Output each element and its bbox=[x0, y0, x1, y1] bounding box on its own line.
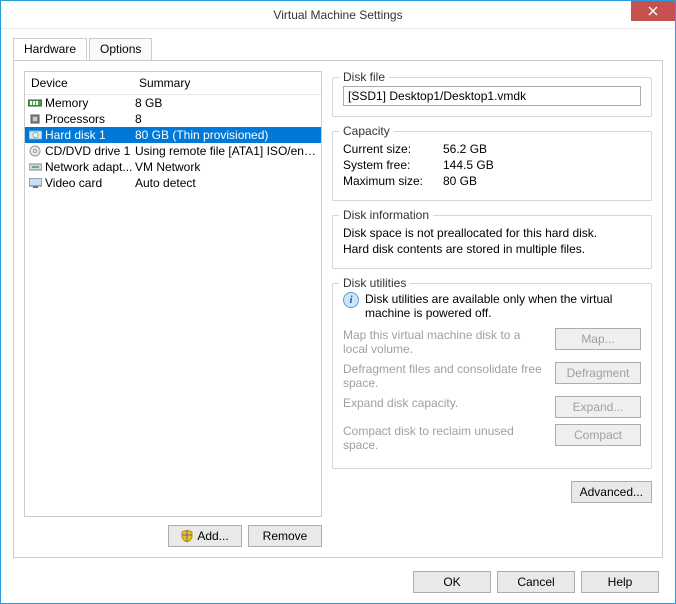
disk-info-title: Disk information bbox=[339, 208, 433, 222]
expand-text: Expand disk capacity. bbox=[343, 396, 547, 410]
advanced-button[interactable]: Advanced... bbox=[571, 481, 652, 503]
device-summary: 8 bbox=[135, 112, 319, 126]
add-button[interactable]: Add... bbox=[168, 525, 242, 547]
shield-icon bbox=[181, 530, 193, 542]
disk-file-group: Disk file bbox=[332, 77, 652, 117]
info-icon: i bbox=[343, 292, 359, 308]
help-button[interactable]: Help bbox=[581, 571, 659, 593]
device-summary: 8 GB bbox=[135, 96, 319, 110]
ok-button[interactable]: OK bbox=[413, 571, 491, 593]
close-button[interactable] bbox=[631, 1, 675, 21]
dialog-footer: OK Cancel Help bbox=[413, 571, 659, 593]
row-hard-disk[interactable]: Hard disk 1 80 GB (Thin provisioned) bbox=[25, 127, 321, 143]
disk-file-input[interactable] bbox=[343, 86, 641, 106]
compact-text: Compact disk to reclaim unused space. bbox=[343, 424, 547, 452]
device-summary: VM Network bbox=[135, 160, 319, 174]
max-size-value: 80 GB bbox=[443, 174, 477, 188]
tab-hardware[interactable]: Hardware bbox=[13, 38, 87, 60]
row-network[interactable]: Network adapt... VM Network bbox=[25, 159, 321, 175]
cpu-icon bbox=[27, 112, 43, 126]
tab-options[interactable]: Options bbox=[89, 38, 152, 60]
utilities-notice: Disk utilities are available only when t… bbox=[365, 292, 641, 320]
window-title: Virtual Machine Settings bbox=[273, 8, 402, 22]
row-processors[interactable]: Processors 8 bbox=[25, 111, 321, 127]
disk-info-line2: Hard disk contents are stored in multipl… bbox=[343, 242, 641, 256]
current-size-value: 56.2 GB bbox=[443, 142, 487, 156]
defragment-text: Defragment files and consolidate free sp… bbox=[343, 362, 547, 390]
header-summary[interactable]: Summary bbox=[133, 72, 321, 94]
capacity-group: Capacity Current size:56.2 GB System fre… bbox=[332, 131, 652, 201]
expand-button[interactable]: Expand... bbox=[555, 396, 641, 418]
network-icon bbox=[27, 160, 43, 174]
device-label: Processors bbox=[45, 112, 135, 126]
device-label: Video card bbox=[45, 176, 135, 190]
cancel-button[interactable]: Cancel bbox=[497, 571, 575, 593]
header-device[interactable]: Device bbox=[25, 72, 133, 94]
device-label: Network adapt... bbox=[45, 160, 135, 174]
device-label: Memory bbox=[45, 96, 135, 110]
max-size-label: Maximum size: bbox=[343, 174, 443, 188]
device-label: CD/DVD drive 1 bbox=[45, 144, 135, 158]
device-list[interactable]: Device Summary Memory 8 GB Processors 8 bbox=[24, 71, 322, 517]
system-free-value: 144.5 GB bbox=[443, 158, 494, 172]
compact-button[interactable]: Compact bbox=[555, 424, 641, 446]
row-cddvd[interactable]: CD/DVD drive 1 Using remote file [ATA1] … bbox=[25, 143, 321, 159]
memory-icon bbox=[27, 96, 43, 110]
device-summary: Auto detect bbox=[135, 176, 319, 190]
remove-button[interactable]: Remove bbox=[248, 525, 322, 547]
disk-info-group: Disk information Disk space is not preal… bbox=[332, 215, 652, 269]
hardware-panel: Device Summary Memory 8 GB Processors 8 bbox=[13, 60, 663, 558]
map-text: Map this virtual machine disk to a local… bbox=[343, 328, 547, 356]
tab-bar: Hardware Options bbox=[13, 38, 663, 61]
disk-utilities-title: Disk utilities bbox=[339, 276, 410, 290]
device-label: Hard disk 1 bbox=[45, 128, 135, 142]
add-button-label: Add... bbox=[197, 529, 228, 543]
titlebar: Virtual Machine Settings bbox=[1, 1, 675, 29]
defragment-button[interactable]: Defragment bbox=[555, 362, 641, 384]
row-memory[interactable]: Memory 8 GB bbox=[25, 95, 321, 111]
device-summary: 80 GB (Thin provisioned) bbox=[135, 128, 319, 142]
capacity-title: Capacity bbox=[339, 124, 394, 138]
close-icon bbox=[648, 6, 658, 16]
display-icon bbox=[27, 176, 43, 190]
device-list-header: Device Summary bbox=[25, 72, 321, 95]
disk-file-title: Disk file bbox=[339, 71, 389, 84]
cd-icon bbox=[27, 144, 43, 158]
disk-icon bbox=[27, 128, 43, 142]
disk-utilities-group: Disk utilities i Disk utilities are avai… bbox=[332, 283, 652, 469]
disk-info-line1: Disk space is not preallocated for this … bbox=[343, 226, 641, 240]
device-summary: Using remote file [ATA1] ISO/en_... bbox=[135, 144, 319, 158]
map-button[interactable]: Map... bbox=[555, 328, 641, 350]
current-size-label: Current size: bbox=[343, 142, 443, 156]
system-free-label: System free: bbox=[343, 158, 443, 172]
row-video[interactable]: Video card Auto detect bbox=[25, 175, 321, 191]
